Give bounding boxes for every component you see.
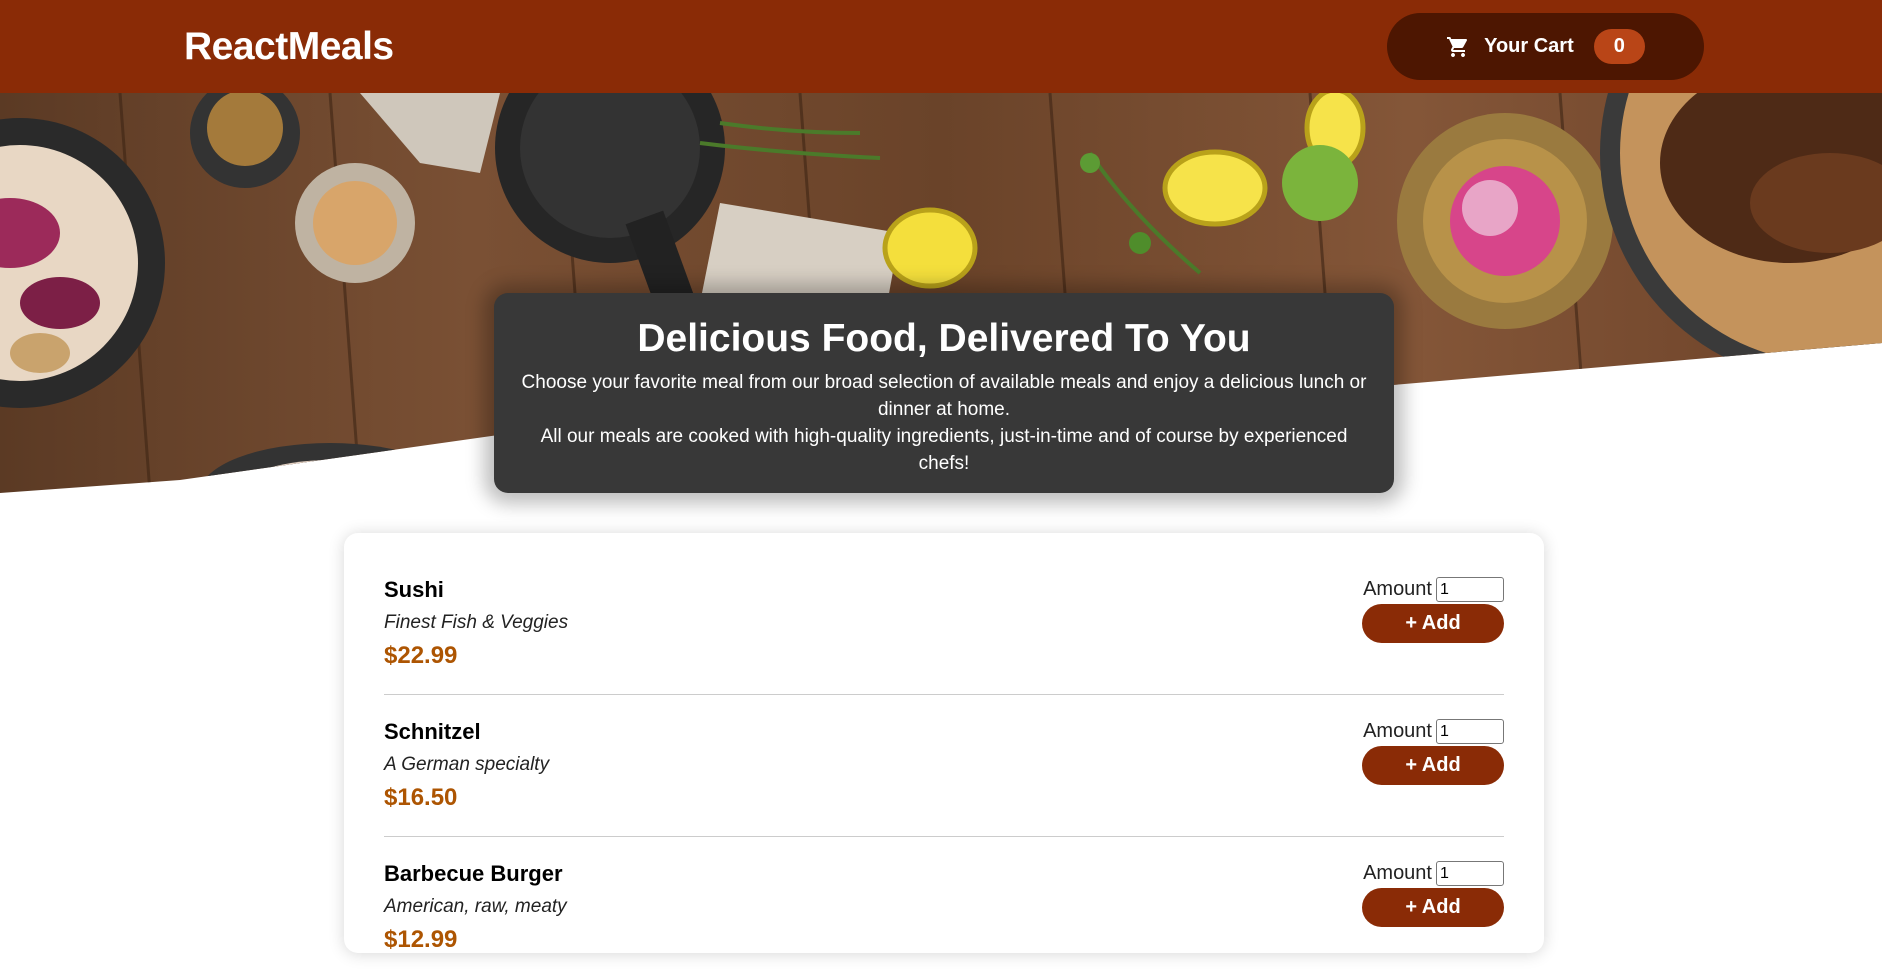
meal-item: Barbecue Burger American, raw, meaty $12… xyxy=(384,837,1504,979)
meal-item: Schnitzel A German specialty $16.50 Amou… xyxy=(384,695,1504,837)
amount-input[interactable] xyxy=(1436,577,1504,602)
meal-name: Schnitzel xyxy=(384,719,481,744)
meals-summary: Delicious Food, Delivered To You Choose … xyxy=(494,293,1394,493)
meal-info: Schnitzel A German specialty $16.50 xyxy=(384,719,549,836)
meal-add-form: Amount + Add xyxy=(1362,861,1504,979)
amount-label: Amount xyxy=(1363,578,1432,600)
amount-row: Amount xyxy=(1363,577,1504,602)
meal-list: Sushi Finest Fish & Veggies $22.99 Amoun… xyxy=(384,553,1504,979)
meal-info: Sushi Finest Fish & Veggies $22.99 xyxy=(384,577,568,694)
summary-title: Delicious Food, Delivered To You xyxy=(637,317,1251,360)
cart-count-badge: 0 xyxy=(1593,29,1645,64)
meal-name: Sushi xyxy=(384,577,444,602)
app-header: ReactMeals Your Cart 0 xyxy=(0,0,1882,93)
add-to-cart-button[interactable]: + Add xyxy=(1362,604,1504,643)
summary-paragraph-2: All our meals are cooked with high-quali… xyxy=(540,426,1348,474)
meal-name: Barbecue Burger xyxy=(384,861,563,886)
cart-icon xyxy=(1446,35,1470,59)
meal-add-form: Amount + Add xyxy=(1362,577,1504,694)
amount-row: Amount xyxy=(1363,719,1504,744)
meal-item: Sushi Finest Fish & Veggies $22.99 Amoun… xyxy=(384,553,1504,695)
available-meals-card: Sushi Finest Fish & Veggies $22.99 Amoun… xyxy=(344,533,1544,953)
meal-description: American, raw, meaty xyxy=(384,896,567,917)
add-to-cart-button[interactable]: + Add xyxy=(1362,888,1504,927)
meal-description: A German specialty xyxy=(384,754,550,775)
amount-row: Amount xyxy=(1363,861,1504,886)
amount-label: Amount xyxy=(1363,720,1432,742)
meal-info: Barbecue Burger American, raw, meaty $12… xyxy=(384,861,567,979)
meal-add-form: Amount + Add xyxy=(1362,719,1504,836)
app-logo: ReactMeals xyxy=(184,24,394,68)
meal-price: $22.99 xyxy=(384,642,458,669)
meal-description: Finest Fish & Veggies xyxy=(384,612,569,633)
amount-input[interactable] xyxy=(1436,861,1504,886)
cart-label: Your Cart xyxy=(1484,35,1574,57)
add-to-cart-button[interactable]: + Add xyxy=(1362,746,1504,785)
meal-price: $16.50 xyxy=(384,784,458,811)
amount-input[interactable] xyxy=(1436,719,1504,744)
meal-price: $12.99 xyxy=(384,926,458,953)
cart-button[interactable]: Your Cart 0 xyxy=(1387,13,1704,80)
summary-paragraph-1: Choose your favorite meal from our broad… xyxy=(521,372,1367,420)
amount-label: Amount xyxy=(1363,862,1432,884)
